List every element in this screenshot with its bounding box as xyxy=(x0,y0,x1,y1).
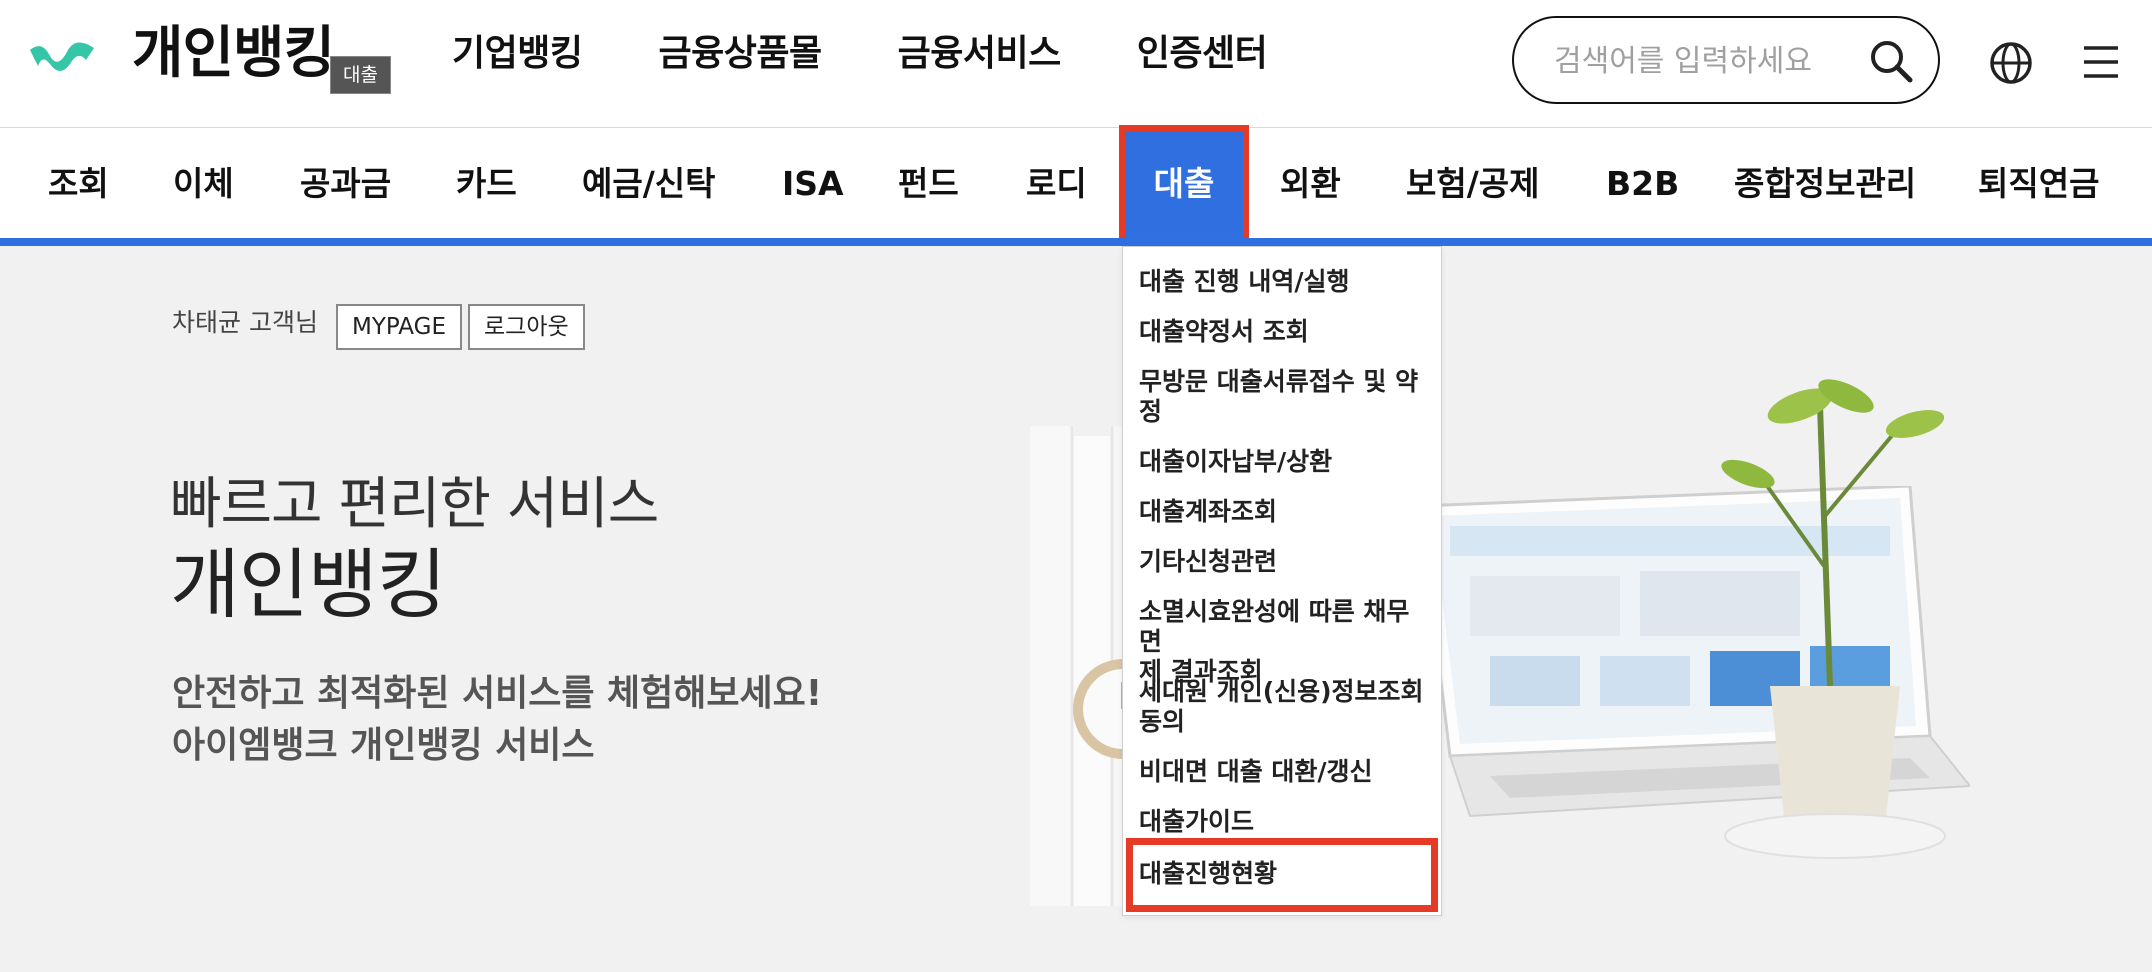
mypage-button[interactable]: MYPAGE xyxy=(336,304,462,350)
hero-title-line1: 빠르고 편리한 서비스 xyxy=(170,472,659,537)
nav-insurance[interactable]: 보험/공제 xyxy=(1406,128,1540,240)
nav-inquiry[interactable]: 조회 xyxy=(48,128,109,240)
menu-item-nonface-refinance[interactable]: 비대면 대출 대환/갱신 xyxy=(1139,757,1429,787)
menu-item-label: 소멸시효완성에 따른 채무면 xyxy=(1139,597,1410,656)
menu-item-label: 기타신청관련 xyxy=(1139,547,1278,576)
nav-b2b[interactable]: B2B xyxy=(1606,128,1679,240)
nav-fund[interactable]: 펀드 xyxy=(898,128,959,240)
bank-logo-icon[interactable] xyxy=(28,36,96,76)
top-nav-financial-services[interactable]: 금융서비스 xyxy=(898,28,1062,80)
nav-isa[interactable]: ISA xyxy=(782,128,844,240)
nav-transfer[interactable]: 이체 xyxy=(173,128,234,240)
nav-utility-bills[interactable]: 공과금 xyxy=(300,128,391,240)
top-nav-financial-products[interactable]: 금융상품몰 xyxy=(658,28,822,80)
menu-item-loan-guide[interactable]: 대출가이드 xyxy=(1139,807,1429,837)
menu-item-label: 비대면 대출 대환/갱신 xyxy=(1139,757,1373,786)
loan-dropdown-menu: 대출 진행 내역/실행 대출약정서 조회 무방문 대출서류접수 및 약 정 대출… xyxy=(1122,246,1442,916)
nav-rodi[interactable]: 로디 xyxy=(1026,128,1087,240)
top-nav: 기업뱅킹 금융상품몰 금융서비스 인증센터 xyxy=(452,28,1343,80)
search-box xyxy=(1512,16,1940,104)
menu-item-label: 대출약정서 조회 xyxy=(1139,317,1309,346)
menu-item-label: 무방문 대출서류접수 및 약 xyxy=(1139,367,1419,396)
nav-deposit-trust[interactable]: 예금/신탁 xyxy=(582,128,716,240)
menu-item-label: 대출이자납부/상환 xyxy=(1139,447,1333,476)
menu-item-loan-progress[interactable]: 대출진행현황 xyxy=(1126,838,1438,912)
menu-item-other-applications[interactable]: 기타신청관련 xyxy=(1139,547,1429,577)
hero-title-line2: 개인뱅킹 xyxy=(170,540,447,629)
hero-subtitle-line2: 아이엠뱅크 개인뱅킹 서비스 xyxy=(172,725,595,766)
top-nav-corporate-banking[interactable]: 기업뱅킹 xyxy=(452,28,583,80)
menu-item-label: 대출가이드 xyxy=(1139,807,1255,836)
menu-item-label-cont: 동의 xyxy=(1139,707,1186,736)
search-icon[interactable] xyxy=(1868,38,1914,84)
menu-item-label: 세대원 개인(신용)정보조회 xyxy=(1139,677,1424,706)
main-nav: 조회 이체 공과금 카드 예금/신탁 ISA 펀드 로디 대출 외환 보험/공제… xyxy=(0,125,2152,243)
logout-button[interactable]: 로그아웃 xyxy=(468,304,585,350)
nav-card[interactable]: 카드 xyxy=(456,128,517,240)
plant-image xyxy=(1721,379,1946,859)
menu-item-debt-exemption[interactable]: 소멸시효완성에 따른 채무면 제 결과조회 xyxy=(1139,597,1429,687)
hero-subtitle-line1: 안전하고 최적화된 서비스를 체험해보세요! xyxy=(172,673,823,714)
menu-item-loan-accounts[interactable]: 대출계좌조회 xyxy=(1139,497,1429,527)
menu-item-label-cont: 정 xyxy=(1139,397,1163,426)
search-input[interactable] xyxy=(1554,38,1854,84)
globe-icon[interactable] xyxy=(1988,40,2034,86)
menu-item-label: 대출 진행 내역/실행 xyxy=(1139,267,1350,296)
user-greeting: 차태균 고객님 xyxy=(172,308,318,337)
nav-loan[interactable]: 대출 xyxy=(1119,125,1249,243)
nav-underline xyxy=(0,238,2152,246)
menu-item-nonvisit-documents[interactable]: 무방문 대출서류접수 및 약 정 xyxy=(1139,367,1429,427)
menu-item-interest-repayment[interactable]: 대출이자납부/상환 xyxy=(1139,447,1429,477)
menu-item-household-consent[interactable]: 세대원 개인(신용)정보조회 동의 xyxy=(1139,677,1429,737)
nav-integrated-info[interactable]: 종합정보관리 xyxy=(1734,128,1916,240)
menu-item-label: 대출계좌조회 xyxy=(1139,497,1278,526)
brand-title[interactable]: 개인뱅킹 xyxy=(132,20,335,88)
menu-item-label: 대출진행현황 xyxy=(1139,859,1278,888)
nav-forex[interactable]: 외환 xyxy=(1280,128,1341,240)
hamburger-menu-icon[interactable] xyxy=(2082,42,2120,82)
menu-item-loan-history[interactable]: 대출 진행 내역/실행 xyxy=(1139,267,1429,297)
hero-banner: 차태균 고객님 MYPAGE 로그아웃 빠르고 편리한 서비스 개인뱅킹 안전하… xyxy=(0,246,2152,972)
tooltip: 대출 xyxy=(330,56,391,94)
top-nav-certification-center[interactable]: 인증센터 xyxy=(1137,28,1268,80)
nav-retirement-pension[interactable]: 퇴직연금 xyxy=(1978,128,2099,240)
menu-item-loan-agreement[interactable]: 대출약정서 조회 xyxy=(1139,317,1429,347)
header: 개인뱅킹 대출 기업뱅킹 금융상품몰 금융서비스 인증센터 xyxy=(0,0,2152,128)
